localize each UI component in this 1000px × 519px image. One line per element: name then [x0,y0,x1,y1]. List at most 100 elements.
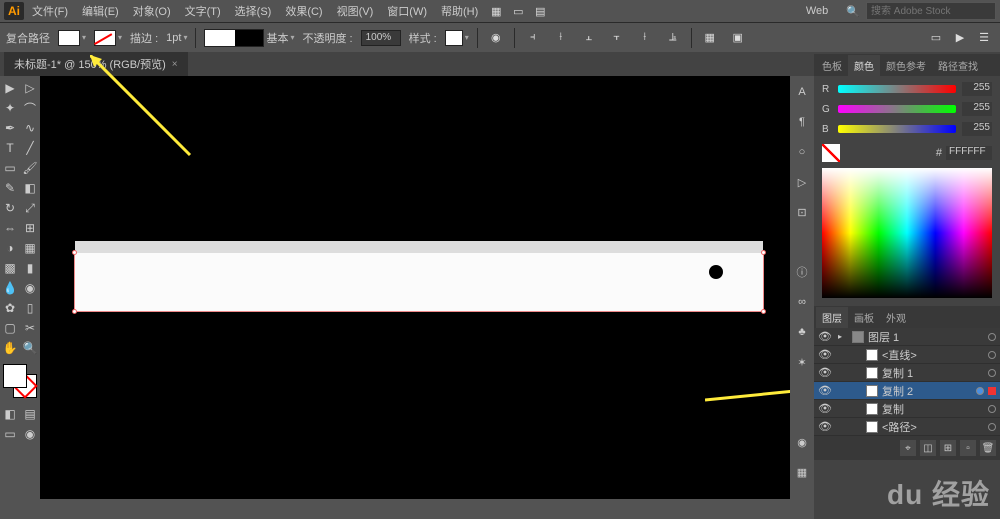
swatches-panel-icon[interactable]: ▦ [792,462,812,482]
layer-row[interactable]: 👁复制 1 [814,364,1000,382]
stroke-weight[interactable]: 1pt▾ [166,32,187,44]
layer-name[interactable]: <路径> [882,419,984,435]
artboard-tool[interactable]: ▢ [0,318,20,338]
free-transform-tool[interactable]: ⊞ [20,218,40,238]
actions-panel-icon[interactable]: ♣ [792,322,812,342]
workspace-switcher[interactable]: Web [794,3,840,19]
zoom-tool[interactable]: 🔍 [20,338,40,358]
b-slider[interactable] [838,125,956,133]
new-sublayer-icon[interactable]: ⊞ [940,440,956,456]
visibility-icon[interactable]: 👁 [818,366,830,379]
tab-artboards[interactable]: 画板 [848,307,880,328]
target-icon[interactable] [988,351,996,359]
delete-layer-icon[interactable]: 🗑 [980,440,996,456]
layer-name[interactable]: 图层 1 [868,329,984,345]
curvature-tool[interactable]: ∿ [20,118,40,138]
expand-icon[interactable]: ▸ [838,332,848,341]
doc-setup-icon[interactable]: ▭ [926,28,946,48]
panel-menu-icon[interactable]: ☰ [974,28,994,48]
align-right-icon[interactable]: ⫠ [579,28,599,48]
eraser-tool[interactable]: ◧ [20,178,40,198]
tab-swatches[interactable]: 色板 [816,55,848,76]
screen-mode-icon[interactable]: ▭ [0,424,20,444]
b-value[interactable]: 255 [962,122,992,136]
align-vcenter-icon[interactable]: ⟊ [635,28,655,48]
layer-row[interactable]: 👁 <直线> [814,346,1000,364]
new-layer-icon[interactable]: ▫ [960,440,976,456]
brushes-panel-icon[interactable]: ✶ [792,352,812,372]
color-control[interactable] [3,364,37,398]
align-bottom-icon[interactable]: ⫡ [663,28,683,48]
target-icon[interactable] [976,387,984,395]
properties-panel-icon[interactable]: A [792,82,812,102]
selection-tool[interactable]: ▶ [0,78,20,98]
r-value[interactable]: 255 [962,82,992,96]
g-slider[interactable] [838,105,956,113]
hex-input[interactable]: FFFFFF [946,146,992,160]
visibility-icon[interactable]: 👁 [818,348,830,361]
scale-tool[interactable]: ⤢ [20,198,40,218]
fill-swatch[interactable] [3,364,27,388]
align-top-icon[interactable]: ⫟ [607,28,627,48]
gradient-mode-icon[interactable]: ▤ [20,404,40,424]
magic-wand-tool[interactable]: ✦ [0,98,20,118]
menu-select[interactable]: 选择(S) [229,1,278,21]
g-value[interactable]: 255 [962,102,992,116]
color-spectrum[interactable] [822,168,992,298]
tab-color-guide[interactable]: 颜色参考 [880,55,932,76]
r-slider[interactable] [838,85,956,93]
color-mode-icon[interactable]: ◧ [0,404,20,424]
layer-name[interactable]: 复制 [882,401,984,417]
layout-icon[interactable]: ▤ [530,1,550,21]
lasso-tool[interactable]: ⌒ [20,98,40,118]
layer-row[interactable]: 👁▸图层 1 [814,328,1000,346]
target-icon[interactable] [988,405,996,413]
target-icon[interactable] [988,333,996,341]
transform-panel-icon[interactable]: ⊡ [792,202,812,222]
anchor-point[interactable] [761,309,766,314]
blend-tool[interactable]: ◉ [20,278,40,298]
isolate-icon[interactable]: ▣ [728,28,748,48]
line-tool[interactable]: ╱ [20,138,40,158]
layer-name[interactable]: 复制 2 [882,383,972,399]
align-left-icon[interactable]: ⫞ [523,28,543,48]
document-tab[interactable]: 未标题-1* @ 150% (RGB/预览) × [4,52,188,76]
visibility-icon[interactable]: 👁 [818,384,830,397]
direct-selection-tool[interactable]: ▷ [20,78,40,98]
menu-view[interactable]: 视图(V) [331,1,380,21]
tab-color[interactable]: 颜色 [848,55,880,76]
layer-name[interactable]: <直线> [882,347,984,363]
graphic-style[interactable]: ▾ [445,30,469,46]
eyedropper-tool[interactable]: 💧 [0,278,20,298]
transform-icon[interactable]: ▦ [700,28,720,48]
slice-tool[interactable]: ✂ [20,318,40,338]
draw-mode-icon[interactable]: ◉ [20,424,40,444]
character-panel-icon[interactable]: ¶ [792,112,812,132]
info-panel-icon[interactable]: ⓘ [792,262,812,282]
symbols-panel-icon[interactable]: ◉ [792,432,812,452]
arrange-icon[interactable]: ▭ [508,1,528,21]
menu-file[interactable]: 文件(F) [26,1,74,21]
canvas[interactable] [40,76,790,499]
graph-tool[interactable]: ▯ [20,298,40,318]
menu-window[interactable]: 窗口(W) [381,1,433,21]
perspective-tool[interactable]: ▦ [20,238,40,258]
mesh-tool[interactable]: ▩ [0,258,20,278]
rectangle-tool[interactable]: ▭ [0,158,20,178]
links-panel-icon[interactable]: ∞ [792,292,812,312]
anchor-point[interactable] [72,250,77,255]
tab-appearance[interactable]: 外观 [880,307,912,328]
none-swatch-icon[interactable] [822,144,840,162]
pen-tool[interactable]: ✒ [0,118,20,138]
tab-pathfinder[interactable]: 路径查找 [932,55,984,76]
gradient-tool[interactable]: ▮ [20,258,40,278]
layer-row[interactable]: 👁 <路径> [814,418,1000,436]
recolor-icon[interactable]: ◉ [486,28,506,48]
layer-row[interactable]: 👁复制 [814,400,1000,418]
anchor-point[interactable] [72,309,77,314]
anchor-point[interactable] [761,250,766,255]
menu-text[interactable]: 文字(T) [179,1,227,21]
visibility-icon[interactable]: 👁 [818,420,830,433]
type-tool[interactable]: T [0,138,20,158]
align-hcenter-icon[interactable]: ⟊ [551,28,571,48]
